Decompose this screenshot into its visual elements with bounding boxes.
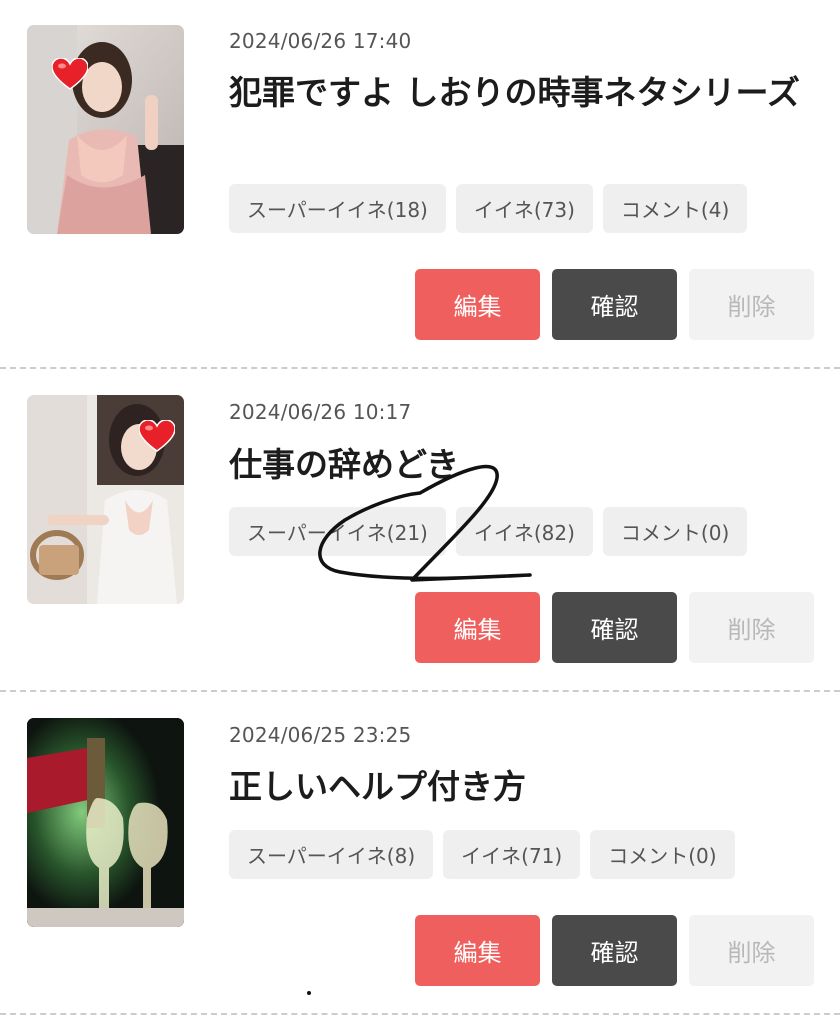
delete-button[interactable]: 削除 — [689, 269, 814, 340]
stray-dot — [307, 991, 311, 995]
reaction-tags: スーパーイイネ(21) イイネ(82) コメント(0) — [229, 507, 748, 556]
reaction-tags: スーパーイイネ(8) イイネ(71) コメント(0) — [229, 830, 735, 879]
reaction-tags: スーパーイイネ(18) イイネ(73) コメント(4) — [229, 184, 748, 233]
post-title[interactable]: 仕事の辞めどき — [229, 440, 819, 490]
edit-button[interactable]: 編集 — [415, 915, 540, 986]
post-divider — [0, 690, 840, 692]
post-actions: 編集 確認 削除 — [415, 592, 814, 663]
super-like-tag[interactable]: スーパーイイネ(21) — [229, 507, 446, 556]
post-actions: 編集 確認 削除 — [415, 269, 814, 340]
comment-tag[interactable]: コメント(0) — [602, 507, 748, 556]
thumbnail-photo — [27, 25, 184, 234]
post-date: 2024/06/26 17:40 — [229, 29, 412, 53]
view-button[interactable]: 確認 — [552, 269, 677, 340]
view-button[interactable]: 確認 — [552, 592, 677, 663]
post-item: 2024/06/26 17:40 犯罪ですよ しおりの時事ネタシリーズ スーパー… — [0, 0, 840, 340]
comment-tag[interactable]: コメント(4) — [602, 184, 748, 233]
delete-button[interactable]: 削除 — [689, 592, 814, 663]
post-thumbnail[interactable] — [27, 25, 184, 234]
like-tag[interactable]: イイネ(73) — [455, 184, 593, 233]
view-button[interactable]: 確認 — [552, 915, 677, 986]
super-like-tag[interactable]: スーパーイイネ(18) — [229, 184, 446, 233]
edit-button[interactable]: 編集 — [415, 269, 540, 340]
post-divider — [0, 367, 840, 369]
post-list: 2024/06/26 17:40 犯罪ですよ しおりの時事ネタシリーズ スーパー… — [0, 0, 840, 1023]
post-date: 2024/06/26 10:17 — [229, 400, 412, 424]
post-thumbnail[interactable] — [27, 718, 184, 927]
post-actions: 編集 確認 削除 — [415, 915, 814, 986]
thumbnail-photo — [27, 718, 184, 927]
post-date: 2024/06/25 23:25 — [229, 723, 412, 747]
heart-sticker-icon — [139, 420, 175, 452]
super-like-tag[interactable]: スーパーイイネ(8) — [229, 830, 434, 879]
edit-button[interactable]: 編集 — [415, 592, 540, 663]
post-divider — [0, 1013, 840, 1015]
post-item: 2024/06/26 10:17 仕事の辞めどき スーパーイイネ(21) イイネ… — [0, 370, 840, 692]
like-tag[interactable]: イイネ(82) — [455, 507, 593, 556]
post-title[interactable]: 正しいヘルプ付き方 — [229, 762, 819, 812]
like-tag[interactable]: イイネ(71) — [443, 830, 581, 879]
post-item: 2024/06/25 23:25 正しいヘルプ付き方 スーパーイイネ(8) イイ… — [0, 693, 840, 1015]
comment-tag[interactable]: コメント(0) — [590, 830, 735, 879]
delete-button[interactable]: 削除 — [689, 915, 814, 986]
post-title[interactable]: 犯罪ですよ しおりの時事ネタシリーズ — [229, 68, 819, 118]
heart-sticker-icon — [52, 58, 88, 90]
post-thumbnail[interactable] — [27, 395, 184, 604]
